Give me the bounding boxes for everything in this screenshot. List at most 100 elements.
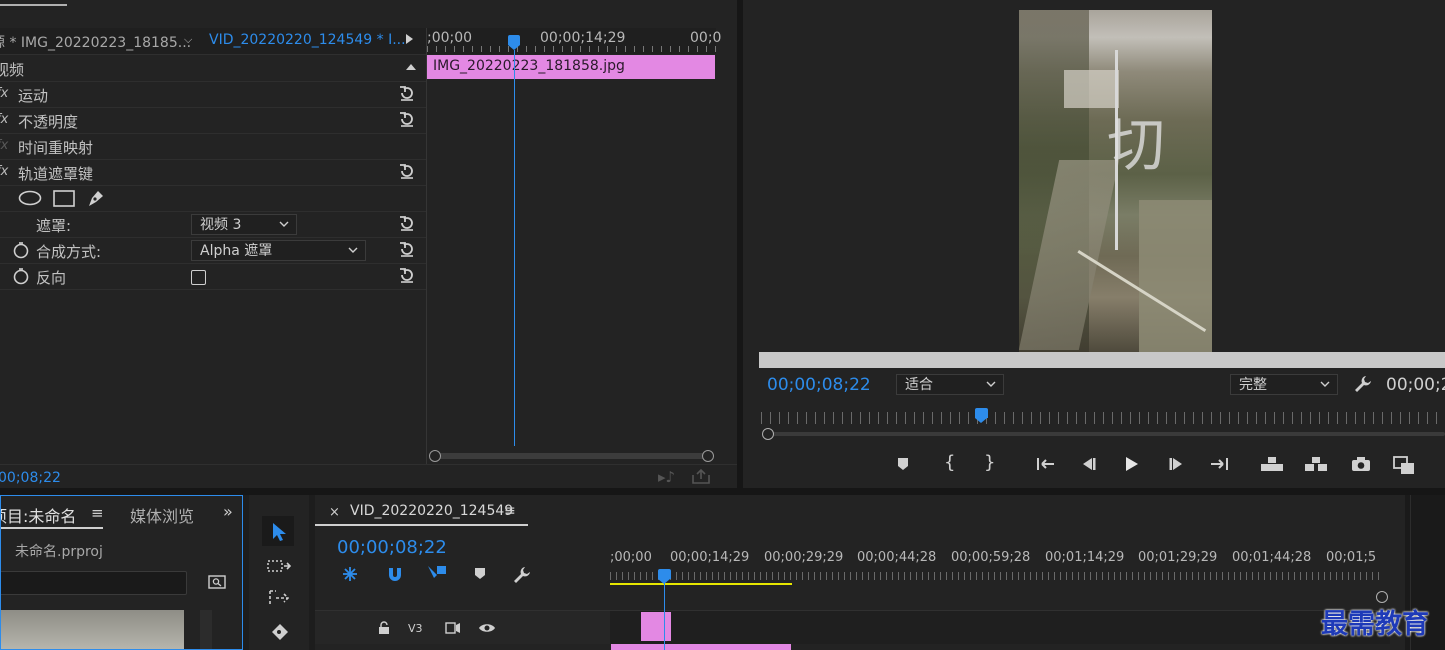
track-area-v3[interactable] bbox=[610, 610, 1390, 644]
frame-overlay-text: 切 bbox=[1107, 111, 1166, 179]
program-playhead[interactable] bbox=[975, 408, 988, 418]
reset-icon[interactable] bbox=[398, 240, 416, 258]
ruler-ticks bbox=[610, 572, 1382, 580]
snap-magnet-icon[interactable] bbox=[386, 565, 404, 583]
effect-row-track-matte[interactable]: fx 轨道遮罩键 bbox=[0, 159, 427, 186]
work-area-bar[interactable] bbox=[610, 583, 792, 585]
lock-track-icon[interactable] bbox=[377, 621, 391, 635]
clip-v2-top[interactable] bbox=[611, 644, 791, 650]
export-frame-icon[interactable] bbox=[1350, 455, 1372, 473]
step-back-icon[interactable] bbox=[1078, 455, 1098, 473]
hamburger-icon[interactable]: ≡ bbox=[91, 504, 104, 522]
chevron-down-icon bbox=[1320, 381, 1330, 387]
lift-icon[interactable] bbox=[1259, 455, 1285, 473]
ec-timecode[interactable]: 00;08;22 bbox=[0, 470, 61, 486]
reverse-checkbox[interactable] bbox=[191, 270, 206, 285]
stopwatch-icon[interactable] bbox=[12, 241, 30, 259]
mark-out-icon[interactable]: } bbox=[984, 452, 995, 473]
project-search-input[interactable] bbox=[1, 571, 187, 595]
find-icon[interactable] bbox=[208, 575, 226, 589]
mask-dropdown[interactable]: 视频 3 bbox=[191, 214, 297, 235]
effect-label-motion: 运动 bbox=[18, 87, 49, 105]
ellipse-mask-icon[interactable] bbox=[18, 190, 42, 206]
export-icon[interactable] bbox=[691, 469, 711, 485]
tab-media-browser[interactable]: 媒体浏览 bbox=[130, 503, 194, 527]
fit-dropdown[interactable]: 适合 bbox=[896, 374, 1004, 395]
ec-playhead-handle[interactable] bbox=[508, 35, 520, 45]
linked-selection-icon[interactable] bbox=[426, 564, 448, 584]
extract-icon[interactable] bbox=[1303, 455, 1329, 473]
clip-v3[interactable] bbox=[641, 612, 671, 641]
audio-only-icon[interactable]: ▸♪ bbox=[658, 468, 675, 486]
chevron-down-icon bbox=[348, 247, 358, 253]
mark-in-icon[interactable]: { bbox=[944, 452, 955, 473]
quality-dropdown[interactable]: 完整 bbox=[1230, 374, 1338, 395]
go-to-in-icon[interactable] bbox=[1035, 455, 1057, 473]
wrench-icon[interactable] bbox=[1353, 374, 1373, 394]
effect-row-motion[interactable]: fx 运动 bbox=[0, 81, 427, 108]
fx-badge[interactable]: fx bbox=[0, 112, 8, 127]
selection-tool[interactable] bbox=[262, 516, 294, 546]
pen-mask-icon[interactable] bbox=[86, 188, 106, 208]
reset-icon[interactable] bbox=[398, 266, 416, 284]
timeline-playhead-handle[interactable] bbox=[658, 569, 671, 579]
program-zoom-handle[interactable] bbox=[762, 428, 774, 440]
step-forward-icon[interactable] bbox=[1167, 455, 1187, 473]
reset-icon[interactable] bbox=[398, 84, 416, 102]
add-marker-icon[interactable] bbox=[895, 455, 911, 473]
tab-active-sequence[interactable]: VID_20220220_124549 * I... bbox=[209, 32, 406, 48]
fx-badge[interactable]: fx bbox=[0, 164, 8, 179]
sync-lock-icon[interactable] bbox=[445, 621, 461, 635]
play-icon[interactable] bbox=[1123, 455, 1141, 473]
tab-source-clip[interactable]: 源 * IMG_20220223_18185... bbox=[0, 32, 191, 52]
effect-row-opacity[interactable]: fx 不透明度 bbox=[0, 107, 427, 134]
mask-row: 遮罩: 视频 3 bbox=[0, 211, 427, 238]
timeline-settings-wrench-icon[interactable] bbox=[512, 565, 532, 585]
track-select-tool-icon[interactable] bbox=[266, 557, 292, 577]
effect-controls-panel: 源 * IMG_20220223_18185... ⌵ VID_20220220… bbox=[0, 0, 737, 488]
fx-badge[interactable]: fx bbox=[0, 86, 8, 101]
ec-playhead-line bbox=[514, 50, 515, 446]
comparison-view-icon[interactable] bbox=[1392, 455, 1416, 475]
project-thumbnail[interactable] bbox=[1, 610, 184, 649]
scroll-handle-right[interactable] bbox=[702, 450, 714, 462]
reset-icon[interactable] bbox=[398, 110, 416, 128]
ec-zoom-scrollbar[interactable] bbox=[429, 450, 716, 462]
collapse-icon[interactable] bbox=[406, 64, 416, 70]
rectangle-mask-icon[interactable] bbox=[53, 190, 75, 207]
ec-clip-name: IMG_20220223_181858.jpg bbox=[433, 58, 625, 74]
chevron-double-right-icon[interactable]: » bbox=[223, 502, 233, 521]
track-label-v3[interactable]: V3 bbox=[408, 622, 423, 635]
add-marker-icon[interactable] bbox=[473, 566, 487, 582]
ruler-label: ;00;00 bbox=[610, 550, 652, 565]
nest-sequence-icon[interactable] bbox=[341, 565, 359, 583]
composite-dropdown[interactable]: Alpha 遮罩 bbox=[191, 240, 366, 261]
sequence-menu-icon[interactable]: ≡ bbox=[504, 503, 516, 519]
ripple-edit-tool-icon[interactable] bbox=[266, 587, 292, 609]
reverse-row: 反向 bbox=[0, 263, 427, 290]
razor-tool-icon[interactable] bbox=[268, 622, 290, 644]
ec-clip-bar[interactable]: IMG_20220223_181858.jpg bbox=[427, 55, 715, 79]
project-scrollbar[interactable] bbox=[200, 610, 212, 649]
eye-toggle-icon[interactable] bbox=[478, 621, 496, 635]
composite-dropdown-value: Alpha 遮罩 bbox=[200, 243, 273, 259]
scroll-handle-left[interactable] bbox=[429, 450, 441, 462]
timeline-timecode[interactable]: 00;00;08;22 bbox=[337, 537, 447, 558]
tab-project[interactable]: 项目:未命名 bbox=[1, 503, 76, 527]
go-to-out-icon[interactable] bbox=[1208, 455, 1230, 473]
program-timecode[interactable]: 00;00;08;22 bbox=[767, 375, 871, 395]
sequence-tab-underline bbox=[315, 524, 528, 526]
close-sequence-icon[interactable]: × bbox=[329, 505, 340, 520]
reset-icon[interactable] bbox=[398, 162, 416, 180]
ruler-label: 00;00;14;29 bbox=[670, 550, 750, 565]
timeline-ruler[interactable]: ;00;00 00;00;14;29 00;00;29;29 00;00;44;… bbox=[610, 545, 1390, 585]
effect-row-time-remap[interactable]: fx 时间重映射 bbox=[0, 133, 427, 160]
sequence-tab[interactable]: VID_20220220_124549 bbox=[350, 503, 513, 519]
play-only-icon[interactable] bbox=[406, 34, 413, 44]
stopwatch-icon[interactable] bbox=[12, 267, 30, 285]
timeline-panel: × VID_20220220_124549 ≡ 00;00;08;22 ;00;… bbox=[315, 495, 1405, 650]
reverse-label: 反向 bbox=[36, 269, 67, 287]
reset-icon[interactable] bbox=[398, 214, 416, 232]
program-zoom-track[interactable] bbox=[765, 432, 1445, 436]
chevron-down-icon[interactable]: ⌵ bbox=[184, 33, 192, 47]
